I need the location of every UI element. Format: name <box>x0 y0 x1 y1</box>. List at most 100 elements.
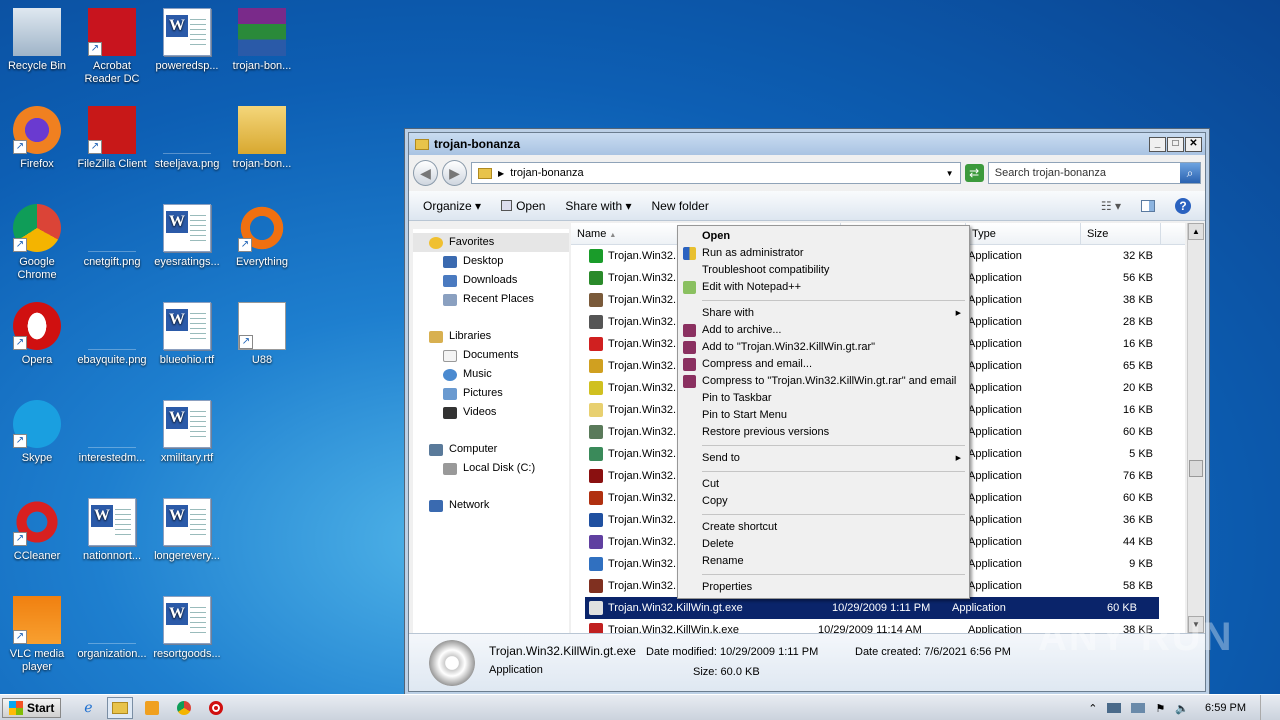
ie-taskbar-icon[interactable]: ℯ <box>75 697 101 719</box>
desktop-icon-acrobat-reader-dc[interactable]: ↗ Acrobat Reader DC <box>75 2 149 94</box>
preview-pane-icon[interactable] <box>1141 199 1155 212</box>
desktop-icon-interestedm[interactable]: interestedm... <box>75 394 149 486</box>
nav-local-disk[interactable]: Local Disk (C:) <box>413 459 569 478</box>
nav-recent-places[interactable]: Recent Places <box>413 290 569 309</box>
open-button[interactable]: Open <box>501 199 545 213</box>
application-icon <box>589 579 603 593</box>
menu-cut[interactable]: Cut <box>680 476 967 493</box>
forward-button[interactable]: ▶ <box>442 160 468 186</box>
desktop-icon-xmilitary-rtf[interactable]: xmilitary.rtf <box>150 394 224 486</box>
menu-create-shortcut[interactable]: Create shortcut <box>680 519 967 536</box>
volume-icon[interactable]: 🔈 <box>1175 702 1189 715</box>
search-icon[interactable]: ⌕ <box>1180 163 1200 183</box>
scroll-up-button[interactable]: ▲ <box>1188 223 1204 240</box>
nav-downloads[interactable]: Downloads <box>413 271 569 290</box>
menu-delete[interactable]: Delete <box>680 536 967 553</box>
file-type: Application <box>968 580 1022 592</box>
desktop-icon-firefox[interactable]: ↗ Firefox <box>0 100 74 192</box>
explorer-taskbar-icon[interactable] <box>107 696 134 719</box>
menu-share-with[interactable]: Share with <box>680 305 967 322</box>
column-type[interactable]: Type <box>966 223 1081 244</box>
menu-pin-start[interactable]: Pin to Start Menu <box>680 407 967 424</box>
nav-music[interactable]: Music <box>413 365 569 384</box>
file-type: Application <box>968 558 1022 570</box>
search-input[interactable]: Search trojan-bonanza ⌕ <box>987 162 1201 184</box>
menu-add-rar[interactable]: Add to "Trojan.Win32.KillWin.gt.rar" <box>680 339 967 356</box>
menu-run-as-admin[interactable]: Run as administrator <box>680 245 967 262</box>
system-tray: ⌃ ⚑ 🔈 6:59 PM <box>1078 695 1280 720</box>
desktop-icon-cnetgift-png[interactable]: cnetgift.png <box>75 198 149 290</box>
desktop-icon-recycle-bin[interactable]: Recycle Bin <box>0 2 74 94</box>
nav-pictures[interactable]: Pictures <box>413 384 569 403</box>
address-bar[interactable]: ▶ trojan-bonanza ▼ <box>471 162 961 184</box>
media-player-taskbar-icon[interactable] <box>139 697 165 719</box>
chevron-down-icon[interactable]: ▼ <box>946 169 954 178</box>
menu-compress-rar-email[interactable]: Compress to "Trojan.Win32.KillWin.gt.rar… <box>680 373 967 390</box>
desktop-icon-u88[interactable]: ↗ U88 <box>225 296 299 388</box>
show-hidden-icons[interactable]: ⌃ <box>1088 702 1097 715</box>
desktop-icon-vlc-media-player[interactable]: ↗ VLC media player <box>0 590 74 682</box>
desktop-icon-organization[interactable]: organization... <box>75 590 149 682</box>
desktop-icon-trojan-bon[interactable]: trojan-bon... <box>225 100 299 192</box>
nav-favorites[interactable]: Favorites <box>413 233 569 252</box>
help-icon[interactable]: ? <box>1175 197 1191 214</box>
desktop-icon-blueohio-rtf[interactable]: blueohio.rtf <box>150 296 224 388</box>
organize-button[interactable]: Organize ▾ <box>423 199 481 213</box>
menu-copy[interactable]: Copy <box>680 493 967 510</box>
desktop-icon-label: cnetgift.png <box>83 256 141 268</box>
nav-computer[interactable]: Computer <box>413 440 569 459</box>
flag-icon[interactable]: ⚑ <box>1155 702 1165 715</box>
menu-pin-taskbar[interactable]: Pin to Taskbar <box>680 390 967 407</box>
view-options-icon[interactable]: ☷ ▾ <box>1101 199 1121 213</box>
back-button[interactable]: ◀ <box>413 160 439 186</box>
desktop-icon-everything[interactable]: ↗ Everything <box>225 198 299 290</box>
menu-properties[interactable]: Properties <box>680 579 967 596</box>
nav-desktop[interactable]: Desktop <box>413 252 569 271</box>
menu-rename[interactable]: Rename <box>680 553 967 570</box>
scroll-thumb[interactable] <box>1189 460 1203 477</box>
menu-send-to[interactable]: Send to <box>680 450 967 467</box>
nav-documents[interactable]: Documents <box>413 346 569 365</box>
minimize-button[interactable]: _ <box>1149 136 1166 152</box>
show-desktop-button[interactable] <box>1260 695 1270 720</box>
start-button[interactable]: Start <box>2 697 62 718</box>
share-with-button[interactable]: Share with ▾ <box>565 199 631 213</box>
menu-edit-notepad[interactable]: Edit with Notepad++ <box>680 279 967 296</box>
menu-restore-versions[interactable]: Restore previous versions <box>680 424 967 441</box>
desktop-icon-ccleaner[interactable]: ↗ CCleaner <box>0 492 74 584</box>
new-folder-button[interactable]: New folder <box>651 199 708 213</box>
clock[interactable]: 6:59 PM <box>1205 702 1246 714</box>
breadcrumb-arrow-icon[interactable]: ▶ <box>498 169 504 178</box>
desktop-icon-filezilla-client[interactable]: ↗ FileZilla Client <box>75 100 149 192</box>
nav-libraries[interactable]: Libraries <box>413 327 569 346</box>
menu-add-archive[interactable]: Add to archive... <box>680 322 967 339</box>
vertical-scrollbar[interactable]: ▲ ▼ <box>1187 223 1204 633</box>
desktop-icon-eyesratings[interactable]: eyesratings... <box>150 198 224 290</box>
network-tray-icon[interactable] <box>1131 703 1146 713</box>
opera-taskbar-icon[interactable] <box>203 697 229 719</box>
nav-network[interactable]: Network <box>413 496 569 515</box>
monitor-icon[interactable] <box>1107 703 1122 713</box>
desktop-icon-opera[interactable]: ↗ Opera <box>0 296 74 388</box>
menu-compress-email[interactable]: Compress and email... <box>680 356 967 373</box>
desktop-icon-resortgoods[interactable]: resortgoods... <box>150 590 224 682</box>
breadcrumb[interactable]: trojan-bonanza <box>510 167 583 179</box>
menu-troubleshoot[interactable]: Troubleshoot compatibility <box>680 262 967 279</box>
desktop-icon-poweredsp[interactable]: poweredsp... <box>150 2 224 94</box>
close-button[interactable]: ✕ <box>1185 136 1202 152</box>
maximize-button[interactable]: □ <box>1167 136 1184 152</box>
chrome-taskbar-icon[interactable] <box>171 697 197 719</box>
desktop-icon-nationnort[interactable]: nationnort... <box>75 492 149 584</box>
desktop-icon-label: Firefox <box>20 158 54 170</box>
nav-videos[interactable]: Videos <box>413 403 569 422</box>
refresh-button[interactable]: ⇄ <box>964 164 984 182</box>
desktop-icon-ebayquite-png[interactable]: ebayquite.png <box>75 296 149 388</box>
desktop-icon-google-chrome[interactable]: ↗ Google Chrome <box>0 198 74 290</box>
desktop-icon-trojan-bon[interactable]: trojan-bon... <box>225 2 299 94</box>
column-size[interactable]: Size <box>1081 223 1161 244</box>
desktop-icon-longerevery[interactable]: longerevery... <box>150 492 224 584</box>
desktop-icon-steeljava-png[interactable]: steeljava.png <box>150 100 224 192</box>
desktop-icon-skype[interactable]: ↗ Skype <box>0 394 74 486</box>
title-bar[interactable]: trojan-bonanza _ □ ✕ <box>409 133 1205 155</box>
menu-open[interactable]: Open <box>680 228 967 245</box>
